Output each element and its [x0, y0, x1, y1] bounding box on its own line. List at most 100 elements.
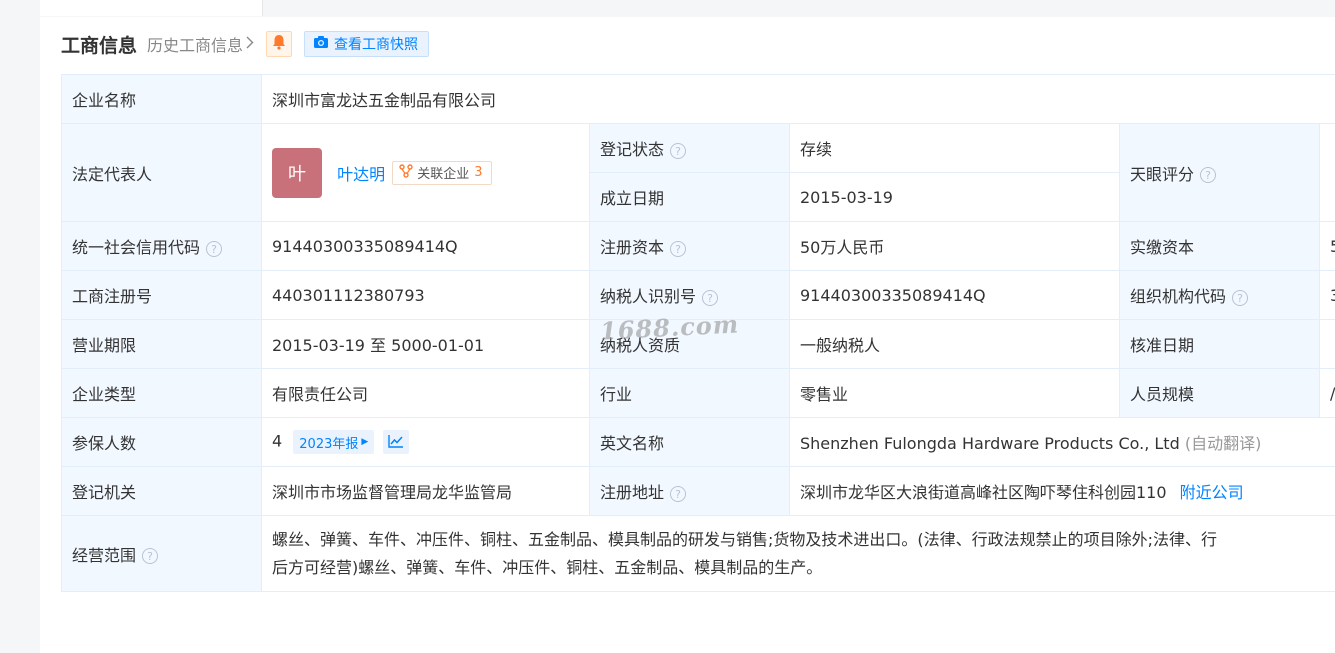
approval-label: 核准日期: [1119, 319, 1320, 369]
view-snapshot-label: 查看工商快照: [334, 37, 419, 53]
taxpayer-qual-label: 纳税人资质: [589, 319, 790, 369]
address-label-cell: 注册地址?: [589, 466, 790, 516]
score-label-cell: 天眼评分?: [1119, 123, 1320, 222]
scope-label: 经营范围: [72, 545, 137, 565]
en-name-cell: Shenzhen Fulongda Hardware Products Co.,…: [788, 417, 1335, 467]
auto-translate-note: (自动翻译): [1184, 434, 1262, 453]
question-circle-icon[interactable]: ?: [670, 485, 687, 502]
bell-icon: [272, 34, 286, 54]
paid-capital-label: 实缴资本: [1119, 221, 1320, 271]
history-info-label: 历史工商信息: [147, 36, 244, 55]
scope-value: 螺丝、弹簧、车件、冲压件、铜柱、五金制品、模具制品的研发与销售;货物及技术进出口…: [260, 515, 1335, 592]
question-circle-icon[interactable]: ?: [702, 289, 719, 306]
org-code-label: 组织机构代码: [1130, 287, 1227, 306]
reg-no-label: 工商注册号: [61, 270, 262, 320]
org-code-label-cell: 组织机构代码?: [1119, 270, 1320, 320]
related-companies-count: 3: [474, 165, 483, 180]
table-row: 登记机关 深圳市市场监督管理局龙华监管局 注册地址? 深圳市龙华区大浪街道高峰社…: [61, 466, 1335, 516]
relation-network-icon: [399, 163, 417, 182]
credit-code-value: 91440300335089414Q: [261, 221, 590, 271]
address-label: 注册地址: [600, 483, 665, 502]
address-value: 深圳市龙华区大浪街道高峰社区陶吓琴住科创园110: [800, 483, 1167, 502]
authority-value: 深圳市市场监督管理局龙华监管局: [261, 466, 590, 516]
legal-rep-name-link[interactable]: 叶达明: [337, 165, 385, 184]
insured-cell: 4 2023年报 ▶: [261, 417, 590, 467]
caret-right-icon: ▶: [361, 437, 369, 447]
term-value: 2015-03-19 至 5000-01-01: [261, 319, 590, 369]
credit-code-label-cell: 统一社会信用代码?: [61, 221, 262, 271]
related-companies-badge[interactable]: 关联企业 3: [392, 160, 492, 185]
status-label: 登记状态: [600, 140, 665, 159]
reg-no-value: 440301112380793: [261, 270, 590, 320]
legal-rep-cell: 叶 叶达明 关联企业 3: [261, 123, 590, 222]
top-strip-segment: [40, 0, 263, 16]
table-row: 营业期限 2015-03-19 至 5000-01-01 纳税人资质 一般纳税人…: [61, 319, 1335, 369]
staff-value: /: [1318, 368, 1335, 418]
top-strip: [0, 0, 1335, 16]
reg-capital-label-cell: 注册资本?: [589, 221, 790, 271]
related-companies-label: 关联企业: [417, 167, 470, 182]
table-row: 经营范围? 螺丝、弹簧、车件、冲压件、铜柱、五金制品、模具制品的研发与销售;货物…: [61, 515, 1335, 592]
question-circle-icon[interactable]: ?: [206, 240, 223, 257]
history-info-link[interactable]: 历史工商信息: [147, 32, 254, 56]
business-info-table: 企业名称 深圳市富龙达五金制品有限公司 法定代表人 叶 叶达明 关联企业 3 登…: [61, 74, 1335, 592]
status-label-cell: 登记状态?: [589, 123, 790, 173]
question-circle-icon[interactable]: ?: [670, 142, 687, 159]
taxpayer-id-label: 纳税人识别号: [600, 287, 697, 306]
reg-capital-label: 注册资本: [600, 238, 665, 257]
founded-label: 成立日期: [589, 172, 790, 222]
taxpayer-qual-value: 一般纳税人: [789, 319, 1120, 369]
taxpayer-id-value: 91440300335089414Q: [789, 270, 1120, 320]
authority-label: 登记机关: [61, 466, 262, 516]
reg-capital-value: 50万人民币: [789, 221, 1120, 271]
view-snapshot-button[interactable]: 查看工商快照: [304, 31, 430, 57]
org-code-value: 3: [1318, 270, 1335, 320]
camera-icon: [313, 35, 334, 53]
monitor-button[interactable]: [266, 31, 293, 57]
company-name-label: 企业名称: [61, 74, 262, 124]
insured-label: 参保人数: [61, 417, 262, 467]
table-row: 企业名称 深圳市富龙达五金制品有限公司: [61, 74, 1335, 124]
score-label: 天眼评分: [1130, 164, 1195, 184]
staff-label: 人员规模: [1119, 368, 1320, 418]
insured-value: 4: [272, 431, 283, 451]
section-header: 工商信息 历史工商信息 查看工商快照: [61, 31, 430, 57]
chevron-right-icon: [246, 36, 254, 53]
credit-code-label: 统一社会信用代码: [72, 238, 201, 257]
taxpayer-id-label-cell: 纳税人识别号?: [589, 270, 790, 320]
trend-chart-icon: [388, 433, 404, 452]
avatar[interactable]: 叶: [272, 147, 322, 198]
legal-rep-label: 法定代表人: [61, 123, 262, 222]
table-row: 参保人数 4 2023年报 ▶ 英文名称 Shenzhen Fulongda Ha…: [61, 417, 1335, 467]
annual-report-label: 2023年报: [299, 436, 359, 452]
table-row: 法定代表人 叶 叶达明 关联企业 3 登记状态? 存续 天眼评分?: [61, 123, 1335, 222]
company-name-value: 深圳市富龙达五金制品有限公司: [260, 74, 1335, 124]
term-label: 营业期限: [61, 319, 262, 369]
question-circle-icon[interactable]: ?: [142, 548, 159, 564]
industry-label: 行业: [589, 368, 790, 418]
table-row: 企业类型 有限责任公司 行业 零售业 人员规模 /: [61, 368, 1335, 418]
annual-report-button[interactable]: 2023年报 ▶: [293, 430, 375, 454]
paid-capital-value: 5: [1318, 221, 1335, 271]
en-name-value: Shenzhen Fulongda Hardware Products Co.,…: [800, 434, 1180, 453]
table-row: 统一社会信用代码? 91440300335089414Q 注册资本? 50万人民…: [61, 221, 1335, 271]
status-value: 存续: [789, 123, 1120, 173]
score-value: [1318, 123, 1335, 222]
scope-line: 后方可经营)螺丝、弹簧、车件、冲压件、铜柱、五金制品、模具制品的生产。: [272, 557, 823, 577]
industry-value: 零售业: [789, 368, 1120, 418]
approval-value: [1318, 319, 1335, 369]
table-row: 工商注册号 440301112380793 纳税人识别号? 9144030033…: [61, 270, 1335, 320]
nearby-companies-link[interactable]: 附近公司: [1180, 483, 1244, 502]
address-cell: 深圳市龙华区大浪街道高峰社区陶吓琴住科创园110 附近公司: [788, 466, 1335, 516]
question-circle-icon[interactable]: ?: [1200, 167, 1217, 183]
question-circle-icon[interactable]: ?: [670, 240, 687, 257]
type-label: 企业类型: [61, 368, 262, 418]
section-title: 工商信息: [61, 34, 138, 57]
trend-chart-button[interactable]: [383, 430, 410, 454]
type-value: 有限责任公司: [261, 368, 590, 418]
founded-value: 2015-03-19: [789, 172, 1120, 222]
scope-label-cell: 经营范围?: [61, 515, 262, 592]
question-circle-icon[interactable]: ?: [1232, 289, 1249, 306]
en-name-label: 英文名称: [589, 417, 790, 467]
scope-line: 螺丝、弹簧、车件、冲压件、铜柱、五金制品、模具制品的研发与销售;货物及技术进出口…: [272, 529, 1218, 549]
